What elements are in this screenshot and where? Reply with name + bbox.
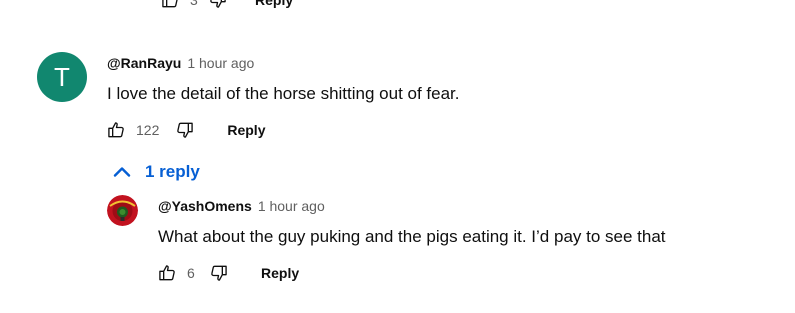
reply-author[interactable]: @YashOmens [158,198,252,214]
replies-toggle[interactable]: 1 reply [110,160,200,184]
thumb-down-icon[interactable] [173,118,197,142]
reply-timestamp[interactable]: 1 hour ago [258,198,325,214]
avatar[interactable] [107,195,138,226]
reply-actions: 6 Reply [155,261,299,285]
reply-button[interactable]: Reply [261,265,299,281]
comment-actions: 122 Reply [104,118,265,142]
previous-comment-actions: 3 Reply [158,0,293,12]
like-count: 122 [136,122,160,138]
reply-button[interactable]: Reply [255,0,293,8]
reply-header: @YashOmens 1 hour ago [158,198,325,214]
reply-button[interactable]: Reply [227,122,265,138]
chevron-up-icon [113,167,131,177]
thumb-up-icon[interactable] [104,118,128,142]
comment-text: I love the detail of the horse shitting … [107,84,460,103]
like-count: 6 [187,265,195,281]
like-count: 3 [190,0,198,8]
thumb-down-icon[interactable] [206,0,230,12]
comment-timestamp[interactable]: 1 hour ago [187,55,254,71]
thumb-up-icon[interactable] [158,0,182,12]
avatar-letter: T [54,61,70,92]
avatar[interactable]: T [37,52,87,102]
replies-toggle-label: 1 reply [145,162,200,181]
comment-author[interactable]: @RanRayu [107,55,181,71]
comment-header: @RanRayu 1 hour ago [107,55,254,71]
reply-text: What about the guy puking and the pigs e… [158,227,666,246]
thumb-down-icon[interactable] [207,261,231,285]
thumb-up-icon[interactable] [155,261,179,285]
